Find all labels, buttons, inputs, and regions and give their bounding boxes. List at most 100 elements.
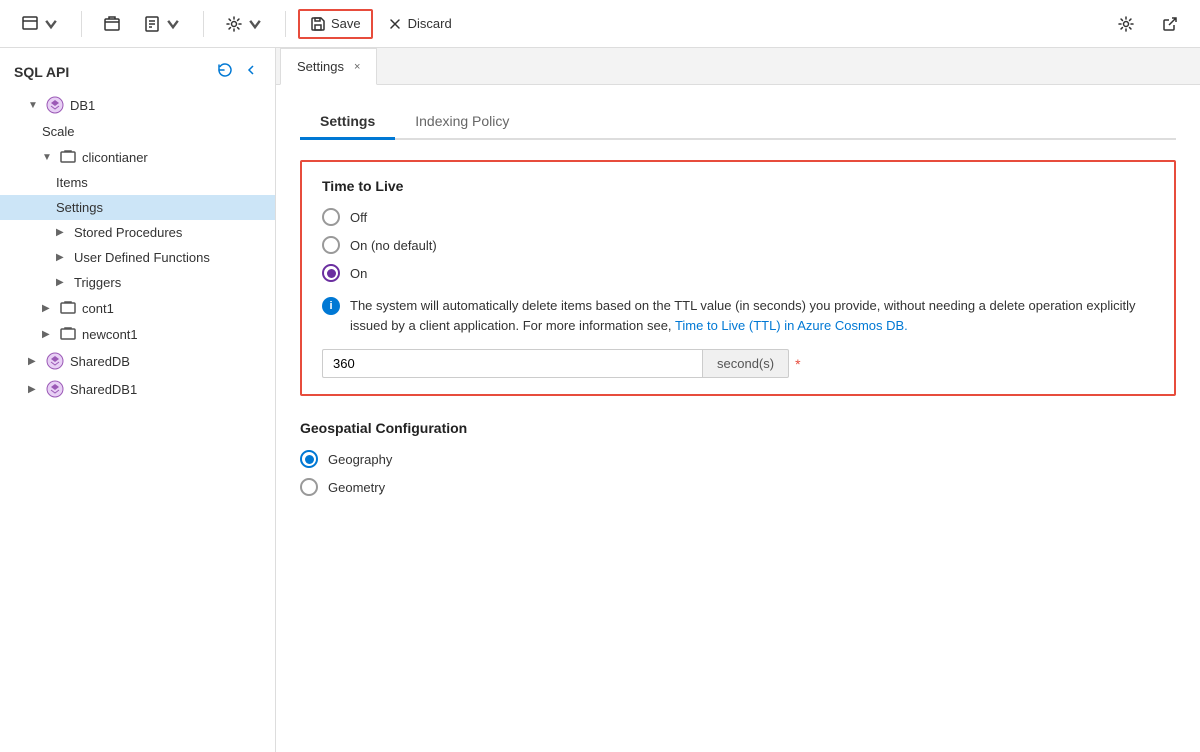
sidebar-item-shareddb[interactable]: ▶ SharedDB <box>0 347 275 375</box>
ttl-info-box: i The system will automatically delete i… <box>322 296 1154 335</box>
gear-icon <box>226 16 242 32</box>
toolbar-group-settings <box>216 11 286 37</box>
ttl-radio-off[interactable]: Off <box>322 208 1154 226</box>
ttl-unit-label: second(s) <box>702 349 789 378</box>
chevron-right-icon7: ▶ <box>28 384 40 395</box>
sidebar-item-scale-label: Scale <box>42 124 75 139</box>
content-area: Settings Indexing Policy Time to Live Of… <box>276 85 1200 516</box>
sidebar-item-shareddb1[interactable]: ▶ SharedDB1 <box>0 375 275 403</box>
ttl-radio-on[interactable]: On <box>322 264 1154 282</box>
geo-radio-geography-circle <box>300 450 318 468</box>
sidebar-item-newcont1[interactable]: ▶ newcont1 <box>0 321 275 347</box>
save-button[interactable]: Save <box>298 9 373 39</box>
geo-radio-geometry[interactable]: Geometry <box>300 478 1176 496</box>
tab-close-button[interactable]: × <box>354 61 360 73</box>
sidebar-item-clicontianer[interactable]: ▼ clicontianer <box>0 144 275 170</box>
chevron-right-icon4: ▶ <box>42 303 54 314</box>
chevron-right-icon: ▶ <box>56 227 68 238</box>
export-icon <box>1162 16 1178 32</box>
sidebar-item-stored-procedures[interactable]: ▶ Stored Procedures <box>0 220 275 245</box>
settings-tab[interactable]: Settings × <box>280 48 377 85</box>
open-icon <box>104 16 120 32</box>
ttl-radio-on-circle <box>322 264 340 282</box>
tab-settings-label: Settings <box>320 113 375 129</box>
chevron-down-icon4: ▼ <box>28 100 40 111</box>
db-icon3 <box>46 380 64 398</box>
ttl-input-row: second(s) * <box>322 349 1154 378</box>
sidebar-item-cont1-label: cont1 <box>82 301 114 316</box>
settings-gear-button[interactable] <box>216 11 273 37</box>
chevron-down-icon2 <box>165 16 181 32</box>
sidebar-item-shareddb1-label: SharedDB1 <box>70 382 137 397</box>
sidebar-item-scale[interactable]: Scale <box>0 119 275 144</box>
sidebar-item-settings-label: Settings <box>56 200 103 215</box>
toolbar-group-open <box>94 11 204 37</box>
sidebar-item-triggers-label: Triggers <box>74 275 121 290</box>
sidebar-item-db1-label: DB1 <box>70 98 95 113</box>
ttl-section: Time to Live Off On (no default) <box>300 160 1176 396</box>
collapse-icon <box>243 62 259 78</box>
export-button[interactable] <box>1152 11 1188 37</box>
ttl-on-no-default-label: On (no default) <box>350 238 437 253</box>
refresh-button[interactable] <box>215 60 235 83</box>
toolbar-group-resource <box>12 11 82 37</box>
global-settings-button[interactable] <box>1108 11 1144 37</box>
sidebar-item-db1[interactable]: ▼ DB1 <box>0 91 275 119</box>
sidebar-title: SQL API <box>14 64 69 80</box>
chevron-right-icon3: ▶ <box>56 277 68 288</box>
open-button[interactable] <box>94 11 130 37</box>
discard-button[interactable]: Discard <box>377 11 462 37</box>
chevron-down-icon <box>43 16 59 32</box>
sidebar-item-stored-procedures-label: Stored Procedures <box>74 225 182 240</box>
ttl-title: Time to Live <box>322 178 1154 194</box>
toolbar-right <box>1108 11 1188 37</box>
chevron-down-icon5: ▼ <box>42 152 54 163</box>
chevron-right-icon5: ▶ <box>42 329 54 340</box>
ttl-input[interactable] <box>322 349 702 378</box>
ttl-on-label: On <box>350 266 367 281</box>
ttl-radio-on-no-default[interactable]: On (no default) <box>322 236 1154 254</box>
sidebar-item-triggers[interactable]: ▶ Triggers <box>0 270 275 295</box>
tab-label: Settings <box>297 59 344 74</box>
resource-button[interactable] <box>12 11 69 37</box>
global-gear-icon <box>1118 16 1134 32</box>
resource-icon <box>22 16 38 32</box>
tab-indexing-policy-label: Indexing Policy <box>415 113 509 129</box>
sidebar: SQL API ▼ <box>0 48 276 752</box>
geo-geometry-label: Geometry <box>328 480 385 495</box>
geo-section: Geospatial Configuration Geography Geome… <box>300 420 1176 496</box>
save-icon <box>310 16 326 32</box>
chevron-down-icon3 <box>247 16 263 32</box>
main-content: Settings × Settings Indexing Policy Time… <box>276 48 1200 752</box>
sidebar-item-items[interactable]: Items <box>0 170 275 195</box>
ttl-info-text: The system will automatically delete ite… <box>350 296 1154 335</box>
geo-radio-geometry-circle <box>300 478 318 496</box>
tab-indexing-policy[interactable]: Indexing Policy <box>395 105 529 140</box>
tab-bar: Settings × <box>276 48 1200 85</box>
new-icon <box>144 16 160 32</box>
geo-radio-group: Geography Geometry <box>300 450 1176 496</box>
new-button[interactable] <box>134 11 191 37</box>
container-icon2 <box>60 300 76 316</box>
sidebar-item-cont1[interactable]: ▶ cont1 <box>0 295 275 321</box>
sidebar-item-user-defined-functions[interactable]: ▶ User Defined Functions <box>0 245 275 270</box>
ttl-off-label: Off <box>350 210 367 225</box>
sidebar-header-actions <box>215 60 261 83</box>
container-icon3 <box>60 326 76 342</box>
geo-radio-geography[interactable]: Geography <box>300 450 1176 468</box>
ttl-radio-on-no-default-circle <box>322 236 340 254</box>
app-body: SQL API ▼ <box>0 48 1200 752</box>
discard-icon <box>387 16 403 32</box>
ttl-info-link[interactable]: Time to Live (TTL) in Azure Cosmos DB. <box>675 318 908 333</box>
sidebar-item-items-label: Items <box>56 175 88 190</box>
sidebar-item-settings[interactable]: Settings <box>0 195 275 220</box>
container-icon <box>60 149 76 165</box>
sub-tabs: Settings Indexing Policy <box>300 105 1176 140</box>
collapse-button[interactable] <box>241 60 261 83</box>
ttl-radio-off-circle <box>322 208 340 226</box>
db-icon2 <box>46 352 64 370</box>
sidebar-header: SQL API <box>0 48 275 91</box>
discard-label: Discard <box>408 16 452 31</box>
tab-settings[interactable]: Settings <box>300 105 395 140</box>
toolbar: Save Discard <box>0 0 1200 48</box>
